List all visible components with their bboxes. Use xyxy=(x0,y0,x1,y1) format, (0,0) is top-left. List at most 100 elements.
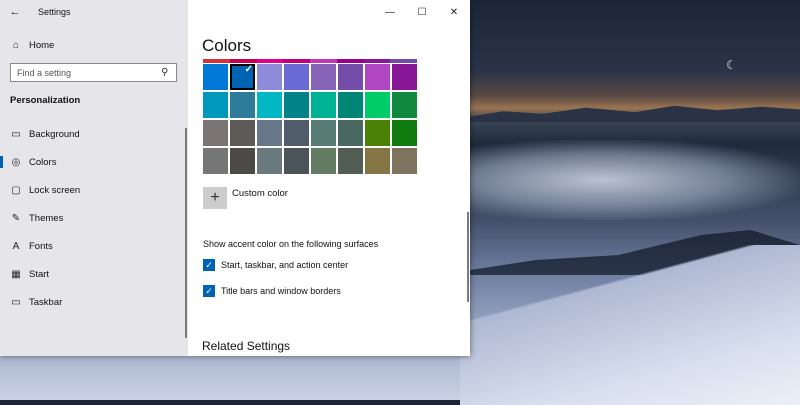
fonts-icon: A xyxy=(12,240,20,252)
close-icon[interactable]: ✕ xyxy=(438,0,470,24)
search-icon[interactable]: ⚲ xyxy=(161,67,168,78)
color-swatch[interactable] xyxy=(311,64,336,90)
color-swatch[interactable] xyxy=(365,92,390,118)
checkbox-title-bars[interactable]: ✓ Title bars and window borders xyxy=(203,285,341,297)
sidebar-item-taskbar[interactable]: ▭ Taskbar xyxy=(0,289,188,315)
color-swatch[interactable] xyxy=(365,64,390,90)
picture-icon: ▭ xyxy=(11,128,21,140)
taskbar-icon: ▭ xyxy=(11,296,21,308)
sidebar-scrollbar[interactable] xyxy=(185,128,187,338)
color-swatch[interactable] xyxy=(365,120,390,146)
color-swatch[interactable]: ✓ xyxy=(230,64,255,90)
color-swatch[interactable] xyxy=(392,120,417,146)
checkbox-label: Start, taskbar, and action center xyxy=(221,260,349,270)
sidebar-item-label: Taskbar xyxy=(29,296,63,308)
color-swatch-partial[interactable] xyxy=(203,59,230,63)
search-input[interactable] xyxy=(11,66,159,79)
accent-color-grid: ✓ xyxy=(203,64,419,174)
color-swatch[interactable] xyxy=(392,64,417,90)
themes-icon: ✎ xyxy=(11,212,21,224)
cloud-sea xyxy=(470,140,800,220)
color-swatch[interactable] xyxy=(203,92,228,118)
window-title: Settings xyxy=(38,7,71,17)
sidebar-item-themes[interactable]: ✎ Themes xyxy=(0,205,188,231)
color-swatch-partial[interactable] xyxy=(310,59,337,63)
sidebar-item-label: Themes xyxy=(29,212,64,224)
home-icon: ⌂ xyxy=(12,39,20,51)
color-swatch[interactable] xyxy=(338,64,363,90)
color-swatch-partial[interactable] xyxy=(363,59,391,63)
color-swatch[interactable] xyxy=(311,120,336,146)
color-swatch[interactable] xyxy=(203,64,228,90)
main-content: — ☐ ✕ Colors ✓ + Custom color Show accen… xyxy=(188,0,470,356)
color-swatch[interactable] xyxy=(257,120,282,146)
color-swatch[interactable] xyxy=(284,120,309,146)
color-swatch[interactable] xyxy=(311,148,336,174)
sidebar-item-label: Home xyxy=(29,39,55,51)
custom-color-label[interactable]: Custom color xyxy=(232,188,288,199)
title-bar: ← Settings xyxy=(0,0,188,24)
color-swatch[interactable] xyxy=(338,92,363,118)
checkbox-checked-icon[interactable]: ✓ xyxy=(203,259,215,271)
sidebar-item-start[interactable]: ▦ Start xyxy=(0,261,188,287)
sidebar-item-label: Colors xyxy=(29,156,57,168)
sidebar: ← Settings ⌂ Home ⚲ Personalization ▭ Bac… xyxy=(0,0,188,356)
window-controls: — ☐ ✕ xyxy=(374,0,470,24)
checkbox-label: Title bars and window borders xyxy=(221,286,341,296)
color-swatch[interactable] xyxy=(257,92,282,118)
color-swatch[interactable] xyxy=(284,148,309,174)
color-swatch[interactable] xyxy=(311,92,336,118)
color-swatch[interactable] xyxy=(392,92,417,118)
sidebar-item-lock-screen[interactable]: ▢ Lock screen xyxy=(0,177,188,203)
search-box[interactable]: ⚲ xyxy=(10,63,177,82)
checkbox-start-taskbar[interactable]: ✓ Start, taskbar, and action center xyxy=(203,259,348,271)
color-swatch[interactable] xyxy=(338,120,363,146)
settings-window: ← Settings ⌂ Home ⚲ Personalization ▭ Bac… xyxy=(0,0,470,356)
color-swatch[interactable] xyxy=(257,148,282,174)
color-swatch[interactable] xyxy=(284,64,309,90)
color-strip-partial xyxy=(203,59,417,63)
custom-color-button[interactable]: + xyxy=(203,187,227,209)
sidebar-item-label: Start xyxy=(29,268,50,280)
sidebar-item-background[interactable]: ▭ Background xyxy=(0,121,188,147)
content-scrollbar[interactable] xyxy=(467,212,469,302)
color-swatch[interactable] xyxy=(230,148,255,174)
color-swatch[interactable] xyxy=(203,148,228,174)
sidebar-item-fonts[interactable]: A Fonts xyxy=(0,233,188,259)
minimize-icon[interactable]: — xyxy=(374,0,406,24)
maximize-icon[interactable]: ☐ xyxy=(406,0,438,24)
color-swatch[interactable] xyxy=(257,64,282,90)
show-accent-label: Show accent color on the following surfa… xyxy=(203,239,379,249)
page-title: Colors xyxy=(202,36,252,55)
start-icon: ▦ xyxy=(11,268,21,280)
color-swatch[interactable] xyxy=(230,92,255,118)
color-swatch[interactable] xyxy=(338,148,363,174)
selection-indicator xyxy=(0,156,3,168)
color-swatch[interactable] xyxy=(203,120,228,146)
sidebar-item-colors[interactable]: ◎ Colors xyxy=(0,149,188,175)
plus-icon: + xyxy=(210,189,220,206)
color-swatch-partial[interactable] xyxy=(390,59,417,63)
sidebar-item-home[interactable]: ⌂ Home xyxy=(0,32,188,58)
section-heading: Personalization xyxy=(10,95,81,106)
color-swatch[interactable] xyxy=(230,120,255,146)
color-swatch-partial[interactable] xyxy=(229,59,257,63)
mountain-ridge xyxy=(470,105,800,122)
lock-screen-icon: ▢ xyxy=(11,184,21,196)
color-swatch-partial[interactable] xyxy=(336,59,364,63)
checkmark-icon: ✓ xyxy=(244,64,253,75)
sidebar-item-label: Background xyxy=(29,128,80,140)
color-swatch-partial[interactable] xyxy=(283,59,310,63)
color-swatch[interactable] xyxy=(365,148,390,174)
sidebar-item-label: Lock screen xyxy=(29,184,81,196)
checkbox-checked-icon[interactable]: ✓ xyxy=(203,285,215,297)
color-swatch[interactable] xyxy=(284,92,309,118)
color-swatch-partial[interactable] xyxy=(256,59,284,63)
arrow-left-icon[interactable]: ← xyxy=(0,6,30,18)
related-settings-heading: Related Settings xyxy=(202,339,291,353)
snow-slope xyxy=(460,245,800,405)
palette-icon: ◎ xyxy=(11,156,21,168)
moon-icon: ☾ xyxy=(726,58,737,72)
sidebar-item-label: Fonts xyxy=(29,240,53,252)
color-swatch[interactable] xyxy=(392,148,417,174)
